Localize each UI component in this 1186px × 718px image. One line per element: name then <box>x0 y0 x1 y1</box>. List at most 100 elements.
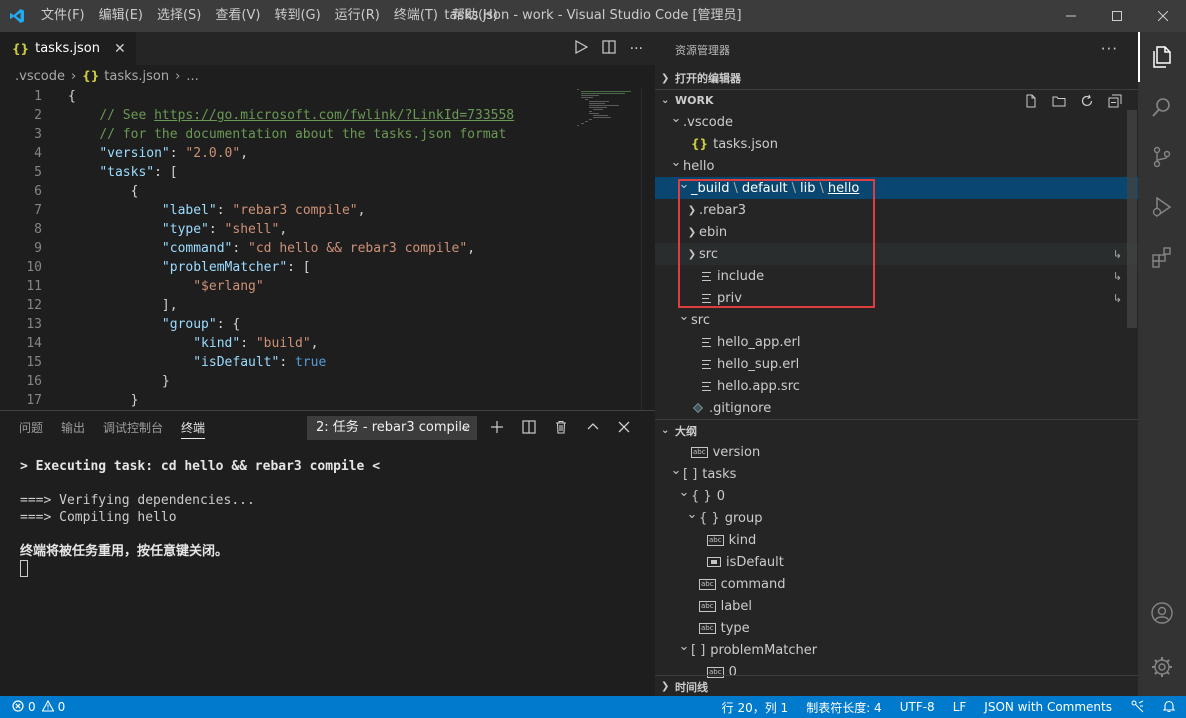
menu-item-2[interactable]: 选择(S) <box>150 0 208 32</box>
outline-item[interactable]: abc command <box>655 573 1138 595</box>
tree-item[interactable]: .gitignore <box>655 397 1138 419</box>
outline-item[interactable]: isDefault <box>655 551 1138 573</box>
source-control-icon[interactable] <box>1138 132 1186 182</box>
close-window-button[interactable] <box>1140 0 1186 32</box>
section-timeline[interactable]: ❯ 时间线 <box>655 675 1138 697</box>
outline-item[interactable]: abc type <box>655 617 1138 639</box>
encoding[interactable]: UTF-8 <box>900 700 935 714</box>
account-icon[interactable] <box>1138 588 1186 638</box>
outline-item[interactable]: ⌄[ ] tasks <box>655 463 1138 485</box>
new-terminal-icon[interactable] <box>490 420 504 438</box>
outline-item[interactable]: abc version <box>655 441 1138 463</box>
panel-tab-0[interactable]: 问题 <box>10 411 52 446</box>
tree-item[interactable]: ❯ ebin <box>655 221 1138 243</box>
compact-folder-segment[interactable]: default <box>742 181 788 196</box>
json-file-icon: {} <box>82 69 100 83</box>
outline-tree: abc version ⌄[ ] tasks ⌄{ } 0 ⌄{ } group abc kind… <box>655 441 1138 683</box>
tree-item[interactable]: ⌄ .vscode <box>655 111 1138 133</box>
code-editor[interactable]: 1{2 // See https://go.microsoft.com/fwli… <box>0 87 575 410</box>
trash-icon[interactable] <box>554 420 568 438</box>
search-icon[interactable] <box>1138 82 1186 132</box>
panel-tab-1[interactable]: 输出 <box>52 411 94 446</box>
notifications-bell-icon[interactable] <box>1162 699 1176 716</box>
outline-item-label: tasks <box>702 466 737 482</box>
problems-status[interactable]: 0 0 <box>0 699 65 715</box>
new-file-icon[interactable] <box>1024 94 1038 111</box>
tree-item[interactable]: hello_app.erl <box>655 331 1138 353</box>
section-workspace[interactable]: ⌄ WORK <box>655 89 1138 111</box>
tree-item[interactable]: ❯ .rebar3 <box>655 199 1138 221</box>
extensions-icon[interactable] <box>1138 232 1186 282</box>
breadcrumb-more[interactable]: ... <box>186 69 198 84</box>
tree-item-label: src <box>691 312 710 328</box>
tree-item[interactable]: ⌄ src <box>655 309 1138 331</box>
outline-item-label: problemMatcher <box>710 642 818 658</box>
terminal-select[interactable]: 2: 任务 - rebar3 compile ⌄ <box>307 416 477 440</box>
outline-item[interactable]: abc kind <box>655 529 1138 551</box>
menu-item-1[interactable]: 编辑(E) <box>92 0 150 32</box>
minimize-button[interactable] <box>1048 0 1094 32</box>
tree-item[interactable]: include ↳ <box>655 265 1138 287</box>
split-terminal-icon[interactable] <box>522 419 536 438</box>
explorer-icon[interactable] <box>1138 32 1186 82</box>
outline-item[interactable]: ⌄{ } group <box>655 507 1138 529</box>
compact-folder-segment[interactable]: lib <box>800 181 815 196</box>
run-icon[interactable] <box>574 39 588 58</box>
refresh-icon[interactable] <box>1080 94 1094 111</box>
editor-tabs: {} tasks.json ✕ ··· <box>0 32 655 65</box>
settings-gear-icon[interactable] <box>1138 642 1186 692</box>
tab-size[interactable]: 制表符长度: 4 <box>806 699 882 716</box>
code-line: 3 // for the documentation about the tas… <box>0 125 575 144</box>
close-panel-icon[interactable] <box>618 421 630 437</box>
tree-item[interactable]: {} tasks.json <box>655 133 1138 155</box>
minimap[interactable] <box>575 87 641 410</box>
menu-item-6[interactable]: 终端(T) <box>387 0 445 32</box>
tab-tasks-json[interactable]: {} tasks.json ✕ <box>0 32 136 65</box>
sidebar-scrollbar[interactable] <box>1127 110 1137 328</box>
maximize-panel-icon[interactable] <box>586 420 600 438</box>
menu-item-0[interactable]: 文件(F) <box>34 0 92 32</box>
panel-tab-2[interactable]: 调试控制台 <box>94 411 172 446</box>
panel-tab-3[interactable]: 终端 <box>172 411 214 446</box>
editor-scrollbar[interactable] <box>641 87 655 410</box>
outline-item[interactable]: ⌄[ ] problemMatcher <box>655 639 1138 661</box>
code-line: 6 { <box>0 182 575 201</box>
tree-item-label: hello_app.erl <box>717 334 801 350</box>
language-mode[interactable]: JSON with Comments <box>984 700 1112 714</box>
tree-item[interactable]: ⌄ _build \ default \ lib \ hello <box>655 177 1138 199</box>
line-text: "problemMatcher": [ <box>161 260 311 275</box>
end-of-line[interactable]: LF <box>953 700 967 714</box>
breadcrumb-folder[interactable]: .vscode <box>15 69 65 84</box>
cursor-position[interactable]: 行 20，列 1 <box>722 699 789 716</box>
chevron-down-icon: ⌄ <box>678 485 690 500</box>
tree-item[interactable]: hello.app.src <box>655 375 1138 397</box>
outline-item[interactable]: ⌄{ } 0 <box>655 485 1138 507</box>
tree-item[interactable]: ❯ src ↳ <box>655 243 1138 265</box>
split-editor-icon[interactable] <box>602 39 616 58</box>
code-line: 11 "$erlang" <box>0 277 575 296</box>
line-text: "version": "2.0.0", <box>99 146 249 161</box>
menu-item-4[interactable]: 转到(G) <box>267 0 327 32</box>
collapse-all-icon[interactable] <box>1108 94 1122 111</box>
more-actions-icon[interactable]: ··· <box>630 41 643 57</box>
tree-item[interactable]: priv ↳ <box>655 287 1138 309</box>
menu-item-3[interactable]: 查看(V) <box>208 0 267 32</box>
close-tab-icon[interactable]: ✕ <box>114 41 126 57</box>
string-property-icon: abc <box>699 600 716 612</box>
maximize-button[interactable] <box>1094 0 1140 32</box>
more-actions-icon[interactable]: ··· <box>1101 40 1118 58</box>
tree-item[interactable]: ⌄ hello <box>655 155 1138 177</box>
menu-item-7[interactable]: 帮助(H) <box>445 0 505 32</box>
tree-item[interactable]: hello_sup.erl <box>655 353 1138 375</box>
section-open-editors[interactable]: ❯ 打开的编辑器 <box>655 67 1138 89</box>
section-outline[interactable]: ⌄ 大纲 <box>655 419 1138 441</box>
compact-folder-segment[interactable]: hello <box>828 181 859 196</box>
breadcrumb-file[interactable]: tasks.json <box>104 69 169 84</box>
run-debug-icon[interactable] <box>1138 182 1186 232</box>
terminal[interactable]: > Executing task: cd hello && rebar3 com… <box>0 446 655 589</box>
feedback-icon[interactable] <box>1130 699 1144 716</box>
menu-item-5[interactable]: 运行(R) <box>328 0 387 32</box>
line-number: 14 <box>26 336 42 351</box>
new-folder-icon[interactable] <box>1052 94 1066 111</box>
outline-item[interactable]: abc label <box>655 595 1138 617</box>
